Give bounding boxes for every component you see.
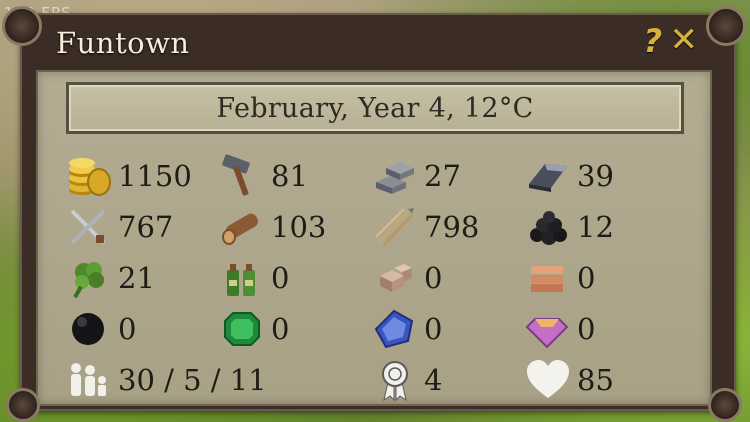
resource-gold: 1150 [66, 150, 219, 201]
heart-icon [527, 359, 569, 398]
resource-weapons: 767 [66, 201, 219, 252]
arrows-icon [375, 207, 414, 246]
population-stat: 30 / 5 / 11 [66, 354, 372, 405]
stone-blocks-icon [380, 263, 412, 292]
hammer-tools-icon [222, 153, 250, 196]
resource-wood: 103 [219, 201, 372, 252]
steel-ingot-icon [529, 163, 567, 192]
resource-black-orb: 0 [66, 303, 219, 354]
ribbon-icon [382, 360, 408, 401]
resource-bricks: 0 [525, 252, 678, 303]
family-icon [71, 362, 106, 396]
resource-herbs: 21 [66, 252, 219, 303]
coal-icon [530, 210, 567, 245]
pink-gem-icon [525, 317, 569, 348]
resource-potions: 0 [219, 252, 372, 303]
resource-grid: 1150 81 27 39 767 103 798 12 21 0 0 0 0 … [66, 150, 686, 401]
log-icon [222, 213, 259, 245]
town-name: Funtown [56, 26, 190, 60]
black-orb-icon [72, 312, 104, 345]
date-weather-label: February, Year 4, 12°C [216, 92, 534, 124]
date-bar: February, Year 4, 12°C [66, 82, 684, 134]
awards-stat: 4 [372, 354, 525, 405]
window-titlebar: Funtown ? ✕ [36, 18, 712, 68]
frame-ornament-top-right [706, 6, 746, 46]
happiness-stat: 85 [525, 354, 678, 405]
bricks-icon [531, 265, 563, 292]
potion-bottles-icon [227, 263, 255, 296]
resource-stone: 0 [372, 252, 525, 303]
herbs-icon [73, 261, 104, 298]
frame-ornament-bottom-right [708, 388, 742, 422]
emerald-icon [224, 311, 260, 346]
resource-tools: 81 [219, 150, 372, 201]
sapphire-icon [374, 309, 414, 348]
resources-panel: February, Year 4, 12°C 1150 81 27 39 767… [36, 70, 712, 406]
resource-sapphire: 0 [372, 303, 525, 354]
frame-ornament-bottom-left [6, 388, 40, 422]
weapons-icon [70, 209, 106, 244]
help-button[interactable]: ? [643, 22, 662, 60]
gold-coins-icon [69, 157, 111, 196]
iron-ingots-icon [376, 161, 414, 194]
resource-pink-gem: 0 [525, 303, 678, 354]
close-button[interactable]: ✕ [670, 20, 699, 60]
resource-iron: 27 [372, 150, 525, 201]
resource-coal: 12 [525, 201, 678, 252]
resource-arrows: 798 [372, 201, 525, 252]
resource-emerald: 0 [219, 303, 372, 354]
resource-steel: 39 [525, 150, 678, 201]
